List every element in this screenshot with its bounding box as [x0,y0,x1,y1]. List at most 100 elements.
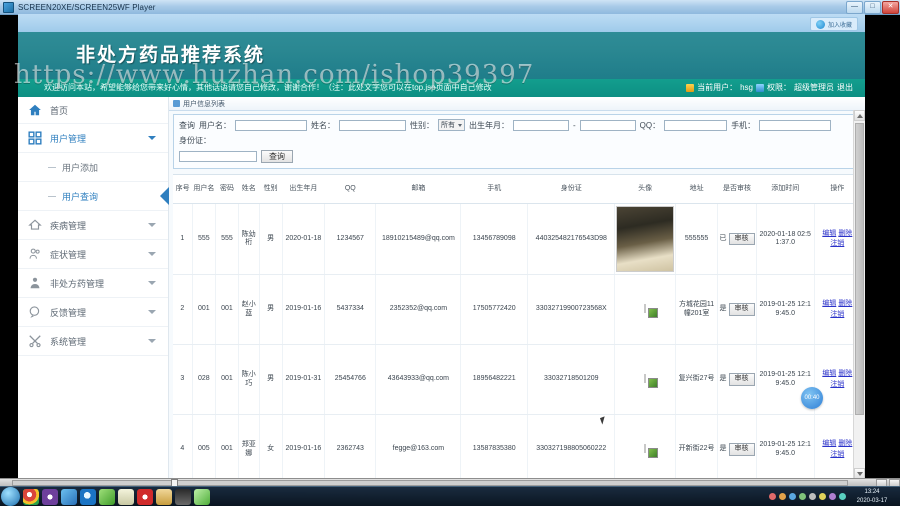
cell-name: 赵小蓝 [238,274,260,345]
cell-index: 1 [173,203,193,275]
edit-link[interactable]: 编辑 [822,300,836,307]
logout-link[interactable]: 退出 [837,82,853,93]
delete-link[interactable]: 删除 [838,440,852,447]
chevron-down-icon [148,339,156,343]
cell-avatar [614,203,676,275]
cell-idcard: 33032718501209 [527,344,616,415]
cell-email: 43643933@qq.com [375,344,462,415]
logout-user-link[interactable]: 注销 [830,451,844,458]
tray-icon[interactable] [799,493,806,500]
audit-status: 已 [719,234,727,242]
sidebar-item-system-management[interactable]: 系统管理 [18,327,168,356]
taskbar-icon-record[interactable] [137,488,153,505]
logout-user-link[interactable]: 注销 [830,311,844,318]
tray-icon[interactable] [809,493,816,500]
tree-branch-icon [48,195,56,197]
logout-user-link[interactable]: 注销 [830,240,844,247]
edit-link[interactable]: 编辑 [822,440,836,447]
column-header-index: 序号 [173,175,193,204]
taskbar-icon-explorer[interactable] [61,488,77,505]
table-row: 3 028 001 陈小巧 男 2019-01-31 25454766 4364… [173,344,862,415]
birth-to-input[interactable] [579,119,636,131]
audit-button[interactable]: 审核 [728,232,755,246]
grid-icon [28,131,42,145]
add-favorite-button[interactable]: 加入收藏 [809,17,858,31]
sidebar-item-user-management[interactable]: 用户管理 [18,124,168,153]
tray-icon[interactable] [769,493,776,500]
taskbar-icon-notes[interactable] [118,488,134,505]
sidebar-item-disease-management[interactable]: 疾病管理 [18,211,168,240]
window-controls[interactable]: — □ ✕ [846,1,899,14]
web-page: 加入收藏 非处方药品推荐系统 欢迎访问本站，希望能够给您带来好心情，其他话语请您… [18,14,865,479]
sidebar-item-symptom-management[interactable]: 症状管理 [18,240,168,269]
gender-select[interactable]: 所有 [438,119,465,131]
cell-index: 2 [173,274,193,345]
minimize-button[interactable]: — [846,1,863,14]
taskbar-icon-qq[interactable] [175,488,191,505]
user-icon [686,83,695,92]
taskbar-icon-chrome[interactable] [23,488,39,505]
column-header-avatar: 头像 [614,175,676,204]
audit-button[interactable]: 审核 [728,373,755,386]
taskbar-icon-folder[interactable] [156,488,172,505]
delete-link[interactable]: 删除 [838,370,852,377]
role-value: 超级管理员 [794,83,834,92]
search-button[interactable]: 查询 [261,150,293,163]
scrollbar-thumb[interactable] [855,123,864,415]
delete-link[interactable]: 删除 [838,230,852,237]
delete-link[interactable]: 删除 [838,300,852,307]
tray-icon[interactable] [779,493,786,500]
start-button[interactable] [1,487,20,506]
cell-phone: 18956482221 [460,344,529,415]
table-row: 4 005 001 郑亚娜 女 2019-01-16 2362743 fegge… [173,414,862,479]
column-header-phone: 手机 [460,175,528,204]
cell-address: 复兴街27号 [675,344,719,415]
sidebar-item-user-query[interactable]: 用户查询 [18,182,169,211]
sidebar-item-otc-drug-management[interactable]: 非处方药管理 [18,269,168,298]
taskbar-clock[interactable]: 13:24 2020-03-17 [849,488,897,506]
birth-separator: - [573,120,576,130]
audit-button[interactable]: 审核 [728,443,755,456]
favorite-icon [815,19,825,29]
edit-link[interactable]: 编辑 [822,230,836,237]
cell-gender: 男 [259,274,283,345]
taskbar-icon-app[interactable] [80,488,96,505]
tray-icon[interactable] [819,493,826,500]
taskbar-icon-browser[interactable] [42,488,58,505]
logout-user-link[interactable]: 注销 [830,381,844,388]
birth-from-input[interactable] [513,119,569,131]
taskbar: 13:24 2020-03-17 [0,486,900,506]
cell-gender: 男 [259,344,283,415]
vertical-scrollbar[interactable] [853,110,865,479]
close-button[interactable]: ✕ [882,1,899,14]
scroll-up-button[interactable] [854,110,865,121]
filter-prefix-label: 查询 [179,120,195,130]
cell-password: 555 [215,203,240,275]
phone-input[interactable] [759,119,832,131]
sidebar-item-feedback-management[interactable]: 反馈管理 [18,298,168,327]
video-time-badge: 00:40 [801,387,823,409]
sidebar-item-user-add[interactable]: 用户添加 [18,153,168,182]
taskbar-icon-editor[interactable] [99,488,115,505]
tray-icon[interactable] [829,493,836,500]
cell-phone: 17505772420 [460,274,529,345]
maximize-button[interactable]: □ [864,1,881,14]
username-input[interactable] [235,119,307,131]
chevron-down-icon [458,123,462,127]
taskbar-icon-green-app[interactable] [194,488,210,505]
cell-created: 2019-01-25 12:19:45.0 [756,414,815,479]
cell-birth: 2019-01-16 [282,274,326,345]
browser-toolbar: 加入收藏 [18,14,865,32]
tray-icon[interactable] [789,493,796,500]
tab-user-list[interactable]: 用户信息列表 [183,99,225,109]
table-body: 1 555 555 陈幼桁 男 2020-01-18 1234567 18910… [173,203,862,479]
site-header: 非处方药品推荐系统 [18,32,865,79]
name-input[interactable] [339,119,406,131]
sidebar-item-label: 用户管理 [50,133,87,144]
sidebar-item-home[interactable]: 首页 [18,97,168,124]
audit-button[interactable]: 审核 [728,303,755,316]
qq-input[interactable] [664,119,728,131]
edit-link[interactable]: 编辑 [822,370,836,377]
tray-icon[interactable] [839,493,846,500]
idcard-input[interactable] [179,151,257,162]
